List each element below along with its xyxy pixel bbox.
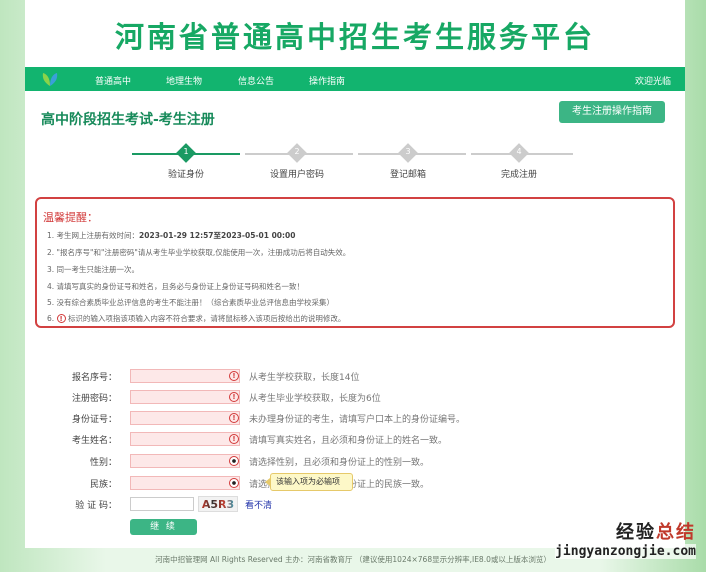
step-1-number: 1 [183, 147, 189, 156]
field-label-name: 考生姓名： [71, 436, 117, 446]
field-label-application-no: 报名序号： [71, 373, 117, 383]
step-4-label: 完成注册 [500, 170, 537, 180]
watermark: 经验总结 jingyanzongjie.com [555, 518, 696, 559]
field-label-gender: 性别： [89, 458, 117, 468]
welcome-text: 欢迎光临 [634, 77, 671, 87]
step-1-label: 验证身份 [167, 170, 204, 180]
captcha-image[interactable]: A5R3 [198, 496, 238, 512]
step-2-label: 设置用户密码 [269, 170, 324, 180]
notice-line-4: 4. 请填写真实的身份证号和姓名，且务必与身份证上身份证号码和姓名一致！ [47, 282, 305, 291]
notice-line-6-text: 标识的输入项指该项输入内容不符合要求，请将鼠标移入该项后按给出的说明修改。 [67, 314, 346, 323]
field-label-captcha: 验 证 码： [75, 501, 117, 511]
name-input[interactable] [130, 432, 240, 446]
gender-select[interactable] [130, 454, 240, 468]
step-2-number: 2 [294, 147, 300, 156]
id-number-input[interactable] [130, 411, 240, 425]
step-3-number: 3 [405, 147, 411, 156]
nav-item-geo-bio[interactable]: 地理生物 [166, 74, 202, 87]
watermark-line-1: 经验总结 [616, 522, 696, 543]
nav-item-guide[interactable]: 操作指南 [309, 74, 345, 87]
notice-box: 温馨提醒： 1. 考生网上注册有效时间：2023-01-29 12:57至202… [35, 197, 675, 328]
logo-icon [42, 73, 58, 86]
warning-icon: ! [229, 392, 239, 402]
dropdown-icon[interactable] [229, 456, 239, 466]
warning-icon: ! [229, 434, 239, 444]
notice-line-5: 5. 没有综合素质毕业总评信息的考生不能注册！（综合素质毕业总评信息由学校采集） [47, 298, 335, 307]
step-4-number: 4 [516, 147, 522, 156]
notice-title: 温馨提醒： [43, 211, 98, 224]
field-label-ethnicity: 民族： [89, 480, 117, 490]
field-hint: 从考生毕业学校获取，长度为6位 [249, 394, 381, 404]
notice-line-6-prefix: 6. [47, 314, 57, 323]
captcha-refresh-link[interactable]: 看不清 [245, 498, 272, 511]
dropdown-icon[interactable] [229, 478, 239, 488]
notice-line-1: 1. 考生网上注册有效时间：2023-01-29 12:57至2023-05-0… [47, 230, 295, 241]
site-title: 河南省普通高中招生考生服务平台 [114, 20, 595, 54]
watermark-line-2: jingyanzongjie.com [555, 544, 696, 559]
page-title: 高中阶段招生考试-考生注册 [41, 112, 215, 128]
field-label-reg-password: 注册密码： [71, 394, 117, 404]
application-no-input[interactable] [130, 369, 240, 383]
ethnicity-select[interactable] [130, 476, 240, 490]
field-hint: 请填写真实姓名，且必须和身份证上的姓名一致。 [249, 436, 448, 446]
registration-period: 2023-01-29 12:57至2023-05-01 00:00 [139, 231, 296, 240]
notice-line-3: 3. 同一考生只能注册一次。 [47, 265, 140, 274]
nav-bar: 普通高中 地理生物 信息公告 操作指南 欢迎光临 [25, 67, 685, 91]
nav-item-high-school[interactable]: 普通高中 [95, 74, 131, 87]
warning-icon: ! [229, 371, 239, 381]
continue-button[interactable]: 继 续 [130, 519, 197, 535]
reg-password-input[interactable] [130, 390, 240, 404]
step-3-label: 登记邮箱 [389, 170, 426, 180]
notice-line-2: 2. "报名序号"和"注册密码"请从考生毕业学校获取,仅能使用一次，注册成功后将… [47, 248, 351, 257]
field-hint: 从考生学校获取，长度14位 [249, 373, 360, 383]
field-label-id-number: 身份证号： [71, 415, 117, 425]
page-container: 河南省普通高中招生考生服务平台 普通高中 地理生物 信息公告 操作指南 欢迎光临… [25, 0, 685, 548]
notice-line-1-text: 1. 考生网上注册有效时间： [47, 231, 140, 240]
field-hint: 请选择性别，且必须和身份证上的性别一致。 [249, 458, 430, 468]
required-tooltip: 该输入项为必输项 [265, 473, 353, 491]
field-hint: 未办理身份证的考生，请填写户口本上的身份证编号。 [249, 415, 466, 425]
warning-icon: ! [56, 314, 66, 323]
captcha-input[interactable] [130, 497, 194, 511]
captcha-text: A5R3 [201, 498, 235, 511]
notice-line-6: 6. ! 标识的输入项指该项输入内容不符合要求，请将鼠标移入该项后按给出的说明修… [47, 313, 345, 324]
registration-guide-button[interactable]: 考生注册操作指南 [559, 101, 665, 123]
warning-icon: ! [229, 413, 239, 423]
nav-item-notices[interactable]: 信息公告 [238, 74, 274, 87]
